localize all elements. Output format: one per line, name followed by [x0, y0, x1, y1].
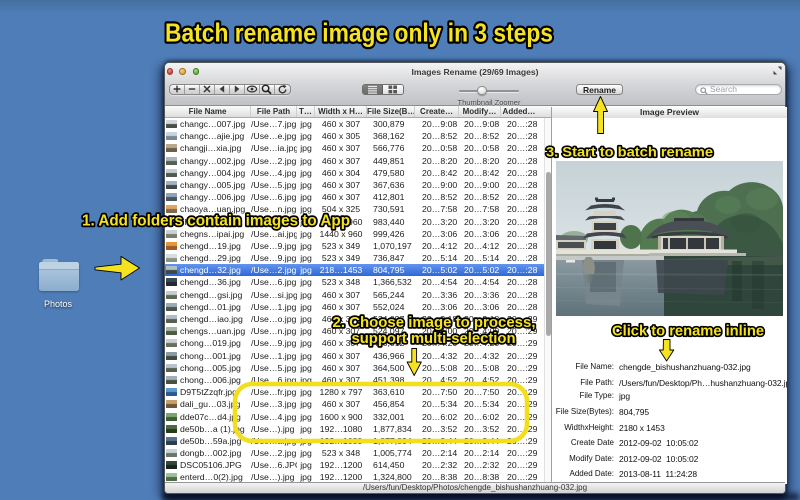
svg-text:Batch rename image only in 3 s: Batch rename image only in 3 steps [165, 18, 553, 48]
